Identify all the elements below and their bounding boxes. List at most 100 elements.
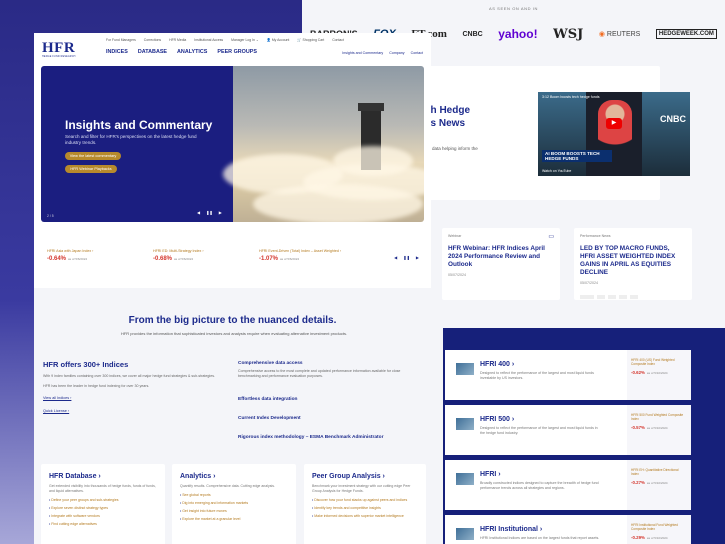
feature-item[interactable]: Comprehensive data access Comprehensive …	[238, 361, 418, 379]
blog-card-performance[interactable]: Performance News LED BY TOP MACRO FUNDS,…	[574, 228, 692, 300]
index-card[interactable]: HFRI 400 › Designed to reflect the perfor…	[445, 350, 691, 400]
index-card[interactable]: HFRI › Broadly constructed indices design…	[445, 460, 691, 510]
index-stat-date: as of 5/10/2024	[646, 481, 668, 485]
feature-title: Effortless data integration	[238, 397, 298, 402]
news-title: ch Hedge ss News	[425, 105, 471, 129]
index-info: HFRI 500 › Designed to reflect the perfor…	[480, 405, 627, 455]
feature-title: Current Index Development	[238, 416, 301, 421]
pause-icon[interactable]: ❚❚	[403, 255, 410, 260]
offers-paragraph: HFR has been the leader in hedge fund in…	[43, 384, 150, 388]
feature-title: Rigorous index methodology – ESMA Benchm…	[238, 435, 384, 440]
index-info: HFRI › Broadly constructed indices design…	[480, 460, 627, 510]
product-bullet: Explore the market at a granular level	[180, 517, 288, 521]
nav-analytics[interactable]: ANALYTICS	[177, 49, 207, 55]
product-bullet: Identify key trends and competitive insi…	[312, 506, 418, 510]
product-title[interactable]: HFR Database ›	[49, 473, 157, 480]
index-stat-title: HFRI 500 Fund Weighted Composite Index	[631, 413, 684, 421]
ticker-number: -1.07%	[259, 256, 279, 262]
webinar-playbacks-button[interactable]: HFR Webinar Playbacks	[65, 165, 117, 173]
feature-item[interactable]: Effortless data integration	[238, 397, 418, 402]
next-icon[interactable]: ▶	[416, 255, 419, 260]
section-title: From the big picture to the nuanced deta…	[128, 315, 337, 326]
next-icon[interactable]: ▶	[219, 210, 222, 215]
latest-commentary-button[interactable]: View the latest commentary	[65, 152, 121, 160]
cnbc-video[interactable]: 3:12 Boom boosts tech hedge funds CNBC ▶…	[538, 92, 690, 176]
index-name[interactable]: HFRI Institutional ›	[480, 526, 627, 533]
prev-icon[interactable]: ◀	[394, 255, 397, 260]
nav-database[interactable]: DATABASE	[138, 49, 167, 55]
utility-nav-item[interactable]: HFR Media	[169, 38, 186, 42]
ticker-value: -0.68% as of 5/6/2024	[153, 256, 257, 262]
index-thumbnail	[456, 528, 474, 540]
video-title: 3:12 Boom boosts tech hedge funds	[542, 95, 600, 99]
product-card[interactable]: HFR Database › Get extended visibility in…	[41, 464, 165, 544]
index-desc: HFRI Institutional Indices are based on …	[480, 536, 600, 540]
index-name[interactable]: HFRI ›	[480, 471, 627, 478]
as-seen-label: AS SEEN ON AND IN	[488, 6, 539, 11]
ticker-name[interactable]: HFRI Asia with Japan Index ›	[47, 249, 151, 253]
index-desc: Designed to reflect the performance of t…	[480, 426, 598, 435]
product-title[interactable]: Analytics ›	[180, 473, 288, 480]
feature-desc: Comprehensive access to the most complet…	[238, 369, 401, 378]
nav-indices[interactable]: INDICES	[106, 49, 128, 55]
blog-date: 05/07/2024	[580, 281, 598, 285]
play-icon[interactable]: ▶	[606, 118, 622, 129]
ticker-name[interactable]: HFRI Event-Driven (Total) Index – Asset …	[259, 249, 363, 253]
product-desc: Benchmark your investment strategy with …	[312, 484, 411, 493]
nav-peer-groups[interactable]: PEER GROUPS	[217, 49, 257, 55]
ticker-item[interactable]: HFRI ED: Multi-Strategy Index › -0.68% as …	[153, 249, 257, 262]
index-name[interactable]: HFRI 500 ›	[480, 416, 627, 423]
product-desc: Get extended visibility into thousands o…	[49, 484, 156, 493]
index-info: HFRI Institutional › HFRI Institutional I…	[480, 515, 627, 544]
index-name[interactable]: HFRI 400 ›	[480, 361, 627, 368]
utility-nav-item[interactable]: 👤 My Account	[267, 38, 290, 42]
ticker-name[interactable]: HFRI ED: Multi-Strategy Index ›	[153, 249, 257, 253]
index-info: HFRI 400 › Designed to reflect the perfor…	[480, 350, 627, 400]
hero-subtitle: Search and filter for HFR's perspectives…	[65, 134, 197, 145]
utility-nav-item[interactable]: Institutional Access	[194, 38, 223, 42]
index-stat-title: HFRI EH: Quantitative Directional Index	[631, 468, 679, 476]
index-stat-value: -0.62% as of 5/10/2024	[631, 370, 687, 375]
video-caption: AI BOOM BOOSTS TECH HEDGE FUNDS	[542, 150, 612, 162]
feature-item[interactable]: Rigorous index methodology – ESMA Benchm…	[238, 435, 418, 440]
pause-icon[interactable]: ❚❚	[206, 210, 213, 215]
index-stat: HFRI 400 (US) Fund Weighted Composite In…	[627, 350, 691, 400]
quick-license-link[interactable]: Quick License ›	[43, 409, 69, 413]
product-title[interactable]: Peer Group Analysis ›	[312, 473, 418, 480]
product-bullet: Define your peer groups and sub-strategi…	[49, 498, 157, 502]
index-card[interactable]: HFRI 500 › Designed to reflect the perfor…	[445, 405, 691, 455]
index-stat: HFRI EH: Quantitative Directional Index -…	[627, 460, 691, 510]
secondary-nav-item[interactable]: Company	[389, 51, 404, 55]
index-thumbnail	[456, 363, 474, 375]
ticker-date: as of 5/6/2024	[280, 257, 300, 261]
index-card[interactable]: HFRI Institutional › HFRI Institutional I…	[445, 515, 691, 544]
index-thumbnail	[456, 473, 474, 485]
utility-nav-item[interactable]: 🛒 Shopping Cart	[297, 38, 324, 42]
feature-item[interactable]: Current Index Development	[238, 416, 418, 421]
product-card[interactable]: Peer Group Analysis › Benchmark your inve…	[304, 464, 426, 544]
view-all-indices-link[interactable]: View all Indices ›	[43, 396, 71, 400]
product-card[interactable]: Analytics › Quantify results. Comprehensi…	[172, 464, 296, 544]
index-stat-number: -0.62%	[631, 370, 645, 375]
product-bullet: Integrate with software vendors	[49, 514, 157, 518]
utility-nav-item[interactable]: Contact	[332, 38, 344, 42]
secondary-nav-item[interactable]: Insights and Commentary	[342, 51, 383, 55]
video-bg-left	[538, 92, 586, 176]
index-stat-value: -0.27% as of 5/10/2024	[631, 480, 687, 485]
ticker-value: -0.64% as of 5/6/2024	[47, 256, 151, 262]
blog-card-webinar[interactable]: Webinar ▭ HFR Webinar: HFR Indices April…	[442, 228, 560, 300]
ticker-item[interactable]: HFRI Event-Driven (Total) Index – Asset …	[259, 249, 363, 262]
watch-on-youtube[interactable]: Watch on YouTube	[542, 169, 571, 173]
secondary-nav-item[interactable]: Contact	[411, 51, 423, 55]
prev-icon[interactable]: ◀	[197, 210, 200, 215]
blog-tags	[580, 295, 686, 299]
product-bullet: Dig into emerging and information market…	[180, 501, 288, 505]
utility-nav-item[interactable]: Manager Log In ⌄	[231, 38, 259, 42]
hero-image	[223, 66, 424, 222]
index-stat: HFRI 500 Fund Weighted Composite Index -0…	[627, 405, 691, 455]
utility-nav-item[interactable]: For Fund Managers	[106, 38, 136, 42]
ticker-item[interactable]: HFRI Asia with Japan Index › -0.64% as of …	[47, 249, 151, 262]
cnbc-logo: CNBC	[660, 114, 686, 124]
main-nav: INDICES DATABASE ANALYTICS PEER GROUPS	[106, 49, 257, 55]
utility-nav-item[interactable]: Corrections	[144, 38, 161, 42]
